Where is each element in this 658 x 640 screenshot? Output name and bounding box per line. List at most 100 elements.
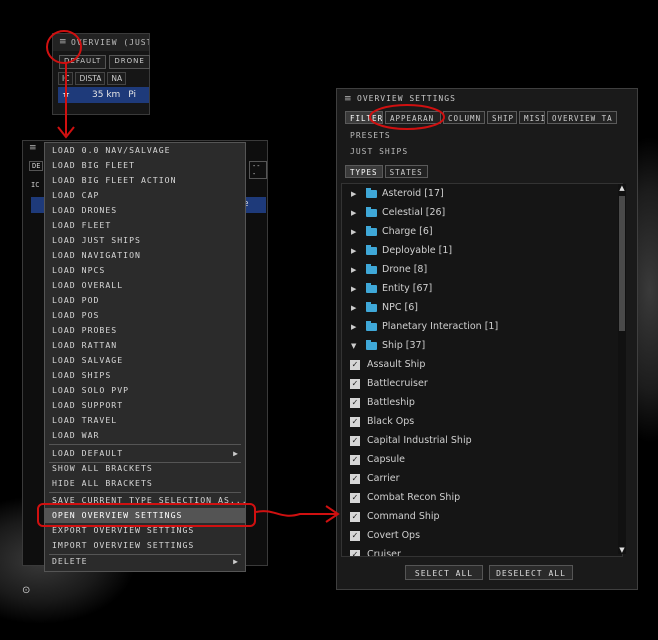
- menu-load-big-fleet[interactable]: LOAD BIG FLEET: [45, 158, 245, 173]
- menu-delete[interactable]: DELETE ▶: [45, 554, 245, 569]
- menu-load-travel[interactable]: LOAD TRAVEL: [45, 413, 245, 428]
- menu-load-overall[interactable]: LOAD OVERALL: [45, 278, 245, 293]
- hamburger-icon[interactable]: ≡: [59, 37, 67, 47]
- menu-load-probes[interactable]: LOAD PROBES: [45, 323, 245, 338]
- expand-arrow-icon[interactable]: ▶: [351, 299, 356, 317]
- tab-states[interactable]: STATES: [384, 165, 428, 178]
- expand-arrow-icon[interactable]: ▶: [351, 318, 356, 336]
- scroll-up-arrow-icon[interactable]: ▲: [618, 184, 626, 192]
- menu-hide-all-brackets[interactable]: HIDE ALL BRACKETS: [45, 476, 245, 491]
- checkbox-icon[interactable]: ✓: [350, 398, 360, 408]
- checkbox-icon[interactable]: ✓: [350, 417, 360, 427]
- checkbox-icon[interactable]: ✓: [350, 455, 360, 465]
- expand-arrow-icon[interactable]: ▶: [351, 204, 356, 222]
- checkbox-icon[interactable]: ✓: [350, 436, 360, 446]
- menu-load-rattan[interactable]: LOAD RATTAN: [45, 338, 245, 353]
- group-row[interactable]: ▶ NPC [6]: [342, 299, 622, 317]
- deselect-all-button[interactable]: DESELECT ALL: [489, 565, 573, 580]
- menu-load-npcs[interactable]: LOAD NPCS: [45, 263, 245, 278]
- menu-load-fleet[interactable]: LOAD FLEET: [45, 218, 245, 233]
- group-row[interactable]: ▶ Celestial [26]: [342, 204, 622, 222]
- menu-load-drones[interactable]: LOAD DRONES: [45, 203, 245, 218]
- tab-ships[interactable]: SHIP: [487, 111, 517, 124]
- group-row[interactable]: ▶ Entity [67]: [342, 280, 622, 298]
- menu-save-type-selection[interactable]: SAVE CURRENT TYPE SELECTION AS...: [45, 493, 245, 508]
- ship-type-row[interactable]: ✓ Assault Ship: [342, 356, 622, 374]
- collapse-arrow-icon[interactable]: ▼: [351, 337, 356, 355]
- ship-type-row[interactable]: ✓ Capsule: [342, 451, 622, 469]
- group-row[interactable]: ▶ Drone [8]: [342, 261, 622, 279]
- tab-columns[interactable]: COLUMN: [443, 111, 485, 124]
- folder-icon: [366, 283, 377, 293]
- expand-arrow-icon[interactable]: ▶: [351, 280, 356, 298]
- list-scrollbar[interactable]: ▲ ▼: [618, 184, 626, 554]
- menu-load-ships[interactable]: LOAD SHIPS: [45, 368, 245, 383]
- ship-type-row[interactable]: ✓ Command Ship: [342, 508, 622, 526]
- column-icon-header[interactable]: IC: [58, 72, 74, 85]
- locate-icon[interactable]: ⊙: [22, 585, 30, 596]
- tab-drone[interactable]: DRONE: [109, 55, 150, 69]
- tab-misc[interactable]: MISI: [519, 111, 545, 124]
- menu-import-overview-settings[interactable]: IMPORT OVERVIEW SETTINGS: [45, 538, 245, 553]
- tab-types[interactable]: TYPES: [345, 165, 383, 178]
- folder-icon: [366, 321, 377, 331]
- ship-type-row[interactable]: ✓ Covert Ops: [342, 527, 622, 545]
- tab-appearance[interactable]: APPEARAN: [385, 111, 441, 124]
- menu-load-war[interactable]: LOAD WAR: [45, 428, 245, 443]
- menu-export-overview-settings[interactable]: EXPORT OVERVIEW SETTINGS: [45, 523, 245, 538]
- column-distance-header[interactable]: DISTA: [75, 72, 106, 85]
- ship-type-row[interactable]: ✓ Black Ops: [342, 413, 622, 431]
- ship-type-row[interactable]: ✓ Carrier: [342, 470, 622, 488]
- checkbox-icon[interactable]: ✓: [350, 531, 360, 541]
- menu-load-cap[interactable]: LOAD CAP: [45, 188, 245, 203]
- checkbox-icon[interactable]: ✓: [350, 379, 360, 389]
- menu-load-just-ships[interactable]: LOAD JUST SHIPS: [45, 233, 245, 248]
- group-row[interactable]: ▶ Deployable [1]: [342, 242, 622, 260]
- expand-arrow-icon[interactable]: ▶: [351, 242, 356, 260]
- select-all-button[interactable]: SELECT ALL: [405, 565, 483, 580]
- checkbox-icon[interactable]: ✓: [350, 360, 360, 370]
- scroll-down-arrow-icon[interactable]: ▼: [618, 546, 626, 554]
- group-label: NPC [6]: [382, 302, 418, 313]
- group-label: Asteroid [17]: [382, 188, 444, 199]
- checkbox-icon[interactable]: ✓: [350, 512, 360, 522]
- scrollbar-thumb[interactable]: [619, 196, 625, 331]
- ship-type-row[interactable]: ✓ Capital Industrial Ship: [342, 432, 622, 450]
- menu-load-support[interactable]: LOAD SUPPORT: [45, 398, 245, 413]
- group-row[interactable]: ▶ Asteroid [17]: [342, 185, 622, 203]
- tab-default[interactable]: DEFAULT: [59, 55, 107, 69]
- menu-load-nav-salvage[interactable]: LOAD 0.0 NAV/SALVAGE: [45, 143, 245, 158]
- tab-fragment[interactable]: DE: [29, 161, 44, 171]
- column-name-header[interactable]: NA: [107, 72, 127, 85]
- menu-load-solo-pvp[interactable]: LOAD SOLO PVP: [45, 383, 245, 398]
- tab-overview-tabs[interactable]: OVERVIEW TA: [547, 111, 617, 124]
- ship-type-row[interactable]: ✓ Cruiser: [342, 546, 622, 556]
- group-label: Entity [67]: [382, 283, 433, 294]
- group-row[interactable]: ▶ Planetary Interaction [1]: [342, 318, 622, 336]
- overview-row[interactable]: ★ 35 km Pi: [58, 87, 149, 103]
- menu-load-pod[interactable]: LOAD POD: [45, 293, 245, 308]
- menu-show-all-brackets[interactable]: SHOW ALL BRACKETS: [45, 461, 245, 476]
- ship-type-row[interactable]: ✓ Combat Recon Ship: [342, 489, 622, 507]
- expand-arrow-icon[interactable]: ▶: [351, 261, 356, 279]
- menu-load-big-fleet-action[interactable]: LOAD BIG FLEET ACTION: [45, 173, 245, 188]
- group-row[interactable]: ▼ Ship [37]: [342, 337, 622, 355]
- checkbox-icon[interactable]: ✓: [350, 474, 360, 484]
- column-fragment[interactable]: IC: [31, 181, 39, 189]
- menu-load-default[interactable]: LOAD DEFAULT ▶: [45, 446, 245, 461]
- tab-fragment-right[interactable]: ---: [249, 161, 267, 179]
- expand-arrow-icon[interactable]: ▶: [351, 223, 356, 241]
- tab-filter[interactable]: FILTER: [345, 111, 383, 124]
- expand-arrow-icon[interactable]: ▶: [351, 185, 356, 203]
- hamburger-icon[interactable]: ≡: [29, 143, 37, 153]
- menu-load-salvage[interactable]: LOAD SALVAGE: [45, 353, 245, 368]
- ship-type-row[interactable]: ✓ Battlecruiser: [342, 375, 622, 393]
- checkbox-icon[interactable]: ✓: [350, 550, 360, 556]
- menu-open-overview-settings[interactable]: OPEN OVERVIEW SETTINGS: [45, 508, 245, 523]
- ship-type-row[interactable]: ✓ Battleship: [342, 394, 622, 412]
- filter-sub-tabs: TYPES STATES: [345, 165, 430, 178]
- menu-load-pos[interactable]: LOAD POS: [45, 308, 245, 323]
- group-row[interactable]: ▶ Charge [6]: [342, 223, 622, 241]
- menu-load-navigation[interactable]: LOAD NAVIGATION: [45, 248, 245, 263]
- checkbox-icon[interactable]: ✓: [350, 493, 360, 503]
